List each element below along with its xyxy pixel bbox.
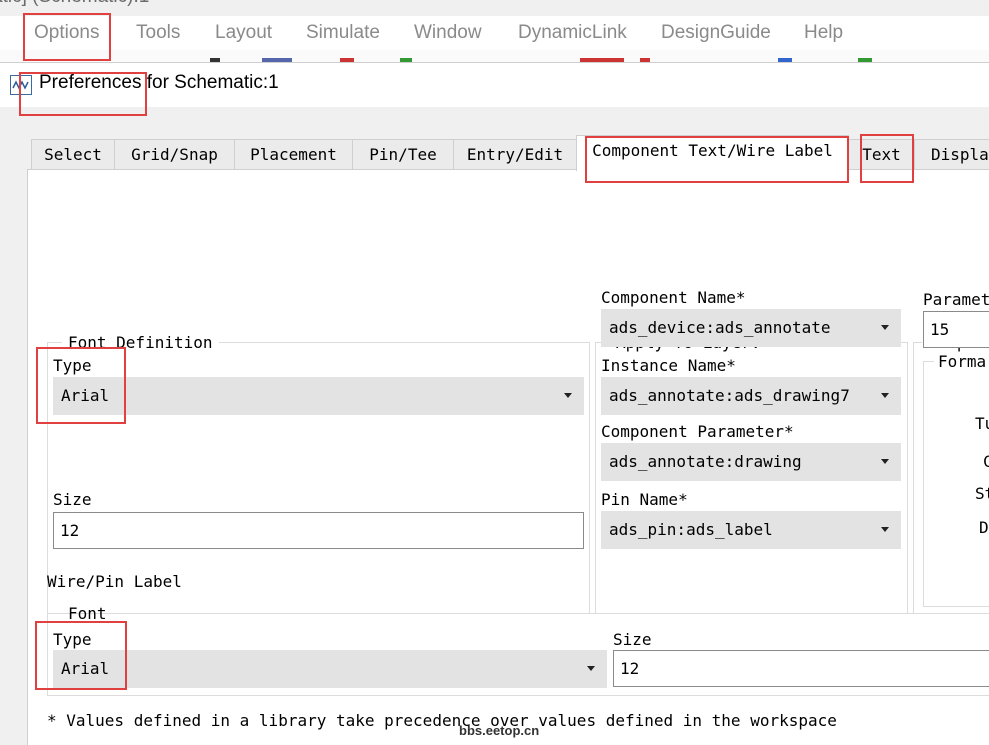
component-parameter-label: Component Parameter* — [601, 422, 794, 441]
wire-font-size-label: Size — [613, 630, 652, 649]
menu-layout[interactable]: Layout — [215, 22, 272, 44]
menu-dynamiclink[interactable]: DynamicLink — [518, 22, 627, 44]
tab-select[interactable]: Select — [31, 139, 115, 169]
instance-name-label: Instance Name* — [601, 356, 736, 375]
pin-name-value: ads_pin:ads_label — [609, 520, 773, 539]
format-legend: Forma — [938, 352, 987, 371]
preferences-dialog: Preferences for Schematic:1 Select Grid/… — [0, 62, 989, 745]
tab-pin-tee[interactable]: Pin/Tee — [352, 139, 454, 169]
component-name-label: Component Name* — [601, 288, 746, 307]
wire-font-type-label: Type — [53, 630, 92, 649]
menu-simulate[interactable]: Simulate — [306, 22, 380, 44]
wire-font-size-input[interactable]: 12 — [613, 650, 989, 687]
menu-options[interactable]: Options — [34, 22, 99, 44]
dropdown-arrow-icon — [881, 527, 889, 532]
component-parameter-dropdown[interactable]: ads_annotate:drawing — [601, 443, 901, 481]
pin-name-label: Pin Name* — [601, 490, 688, 509]
component-parameter-value: ads_annotate:drawing — [609, 452, 802, 471]
wire-font-type-value: Arial — [61, 659, 110, 678]
menu-designguide[interactable]: DesignGuide — [661, 22, 771, 44]
dropdown-arrow-icon — [881, 325, 889, 330]
font-size-label: Size — [53, 490, 92, 509]
component-name-value: ads_device:ads_annotate — [609, 318, 831, 337]
pin-name-dropdown[interactable]: ads_pin:ads_label — [601, 511, 901, 549]
parameter-label: Paramete — [923, 290, 989, 309]
format-row-4: D — [979, 518, 989, 537]
font-type-dropdown[interactable]: Arial — [53, 377, 584, 415]
font-type-value: Arial — [61, 386, 110, 405]
dropdown-arrow-icon — [587, 666, 595, 671]
dialog-titlebar: Preferences for Schematic:1 — [0, 63, 989, 107]
instance-name-dropdown[interactable]: ads_annotate:ads_drawing7 — [601, 377, 901, 415]
dialog-title: Preferences for Schematic:1 — [39, 72, 279, 93]
menu-tools[interactable]: Tools — [136, 22, 180, 44]
format-row-1: Tu — [975, 414, 989, 433]
menu-help[interactable]: Help — [804, 22, 843, 44]
background-window-title: atic] (Schematic):1 — [0, 0, 149, 8]
format-row-2: C — [983, 452, 989, 471]
wire-pin-font-legend: Font — [68, 604, 107, 623]
font-size-input[interactable]: 12 — [53, 512, 584, 549]
font-definition-legend: Font Definition — [68, 333, 213, 352]
parameter-value: 15 — [930, 320, 950, 339]
dropdown-arrow-icon — [881, 459, 889, 464]
menu-window[interactable]: Window — [414, 22, 482, 44]
menu-bar: Options Tools Layout Simulate Window Dyn… — [0, 16, 989, 50]
tab-grid-snap[interactable]: Grid/Snap — [114, 139, 235, 169]
wire-font-size-value: 12 — [620, 659, 640, 678]
font-size-value: 12 — [60, 521, 80, 540]
tab-panel: Font Definition Type Arial Size 12 Apply… — [27, 169, 989, 745]
format-group: Forma — [923, 352, 989, 607]
format-row-3: St — [975, 484, 989, 503]
tab-placement[interactable]: Placement — [234, 139, 353, 169]
schematic-window-icon — [10, 75, 32, 95]
dropdown-arrow-icon — [881, 393, 889, 398]
wire-pin-label-heading: Wire/Pin Label — [47, 572, 182, 591]
tab-text[interactable]: Text — [848, 139, 915, 169]
wire-font-type-dropdown[interactable]: Arial — [53, 650, 607, 688]
instance-name-value: ads_annotate:ads_drawing7 — [609, 386, 850, 405]
footnote: * Values defined in a library take prece… — [47, 711, 837, 730]
tab-display[interactable]: Display — [914, 139, 989, 169]
watermark: bbs.eetop.cn — [459, 723, 540, 738]
tab-entry-edit[interactable]: Entry/Edit — [453, 139, 577, 169]
tab-component-text-wire-label[interactable]: Component Text/Wire Label — [576, 135, 849, 171]
dropdown-arrow-icon — [564, 393, 572, 398]
font-type-label: Type — [53, 356, 92, 375]
parameter-input[interactable]: 15 — [923, 311, 989, 348]
component-name-dropdown[interactable]: ads_device:ads_annotate — [601, 309, 901, 347]
